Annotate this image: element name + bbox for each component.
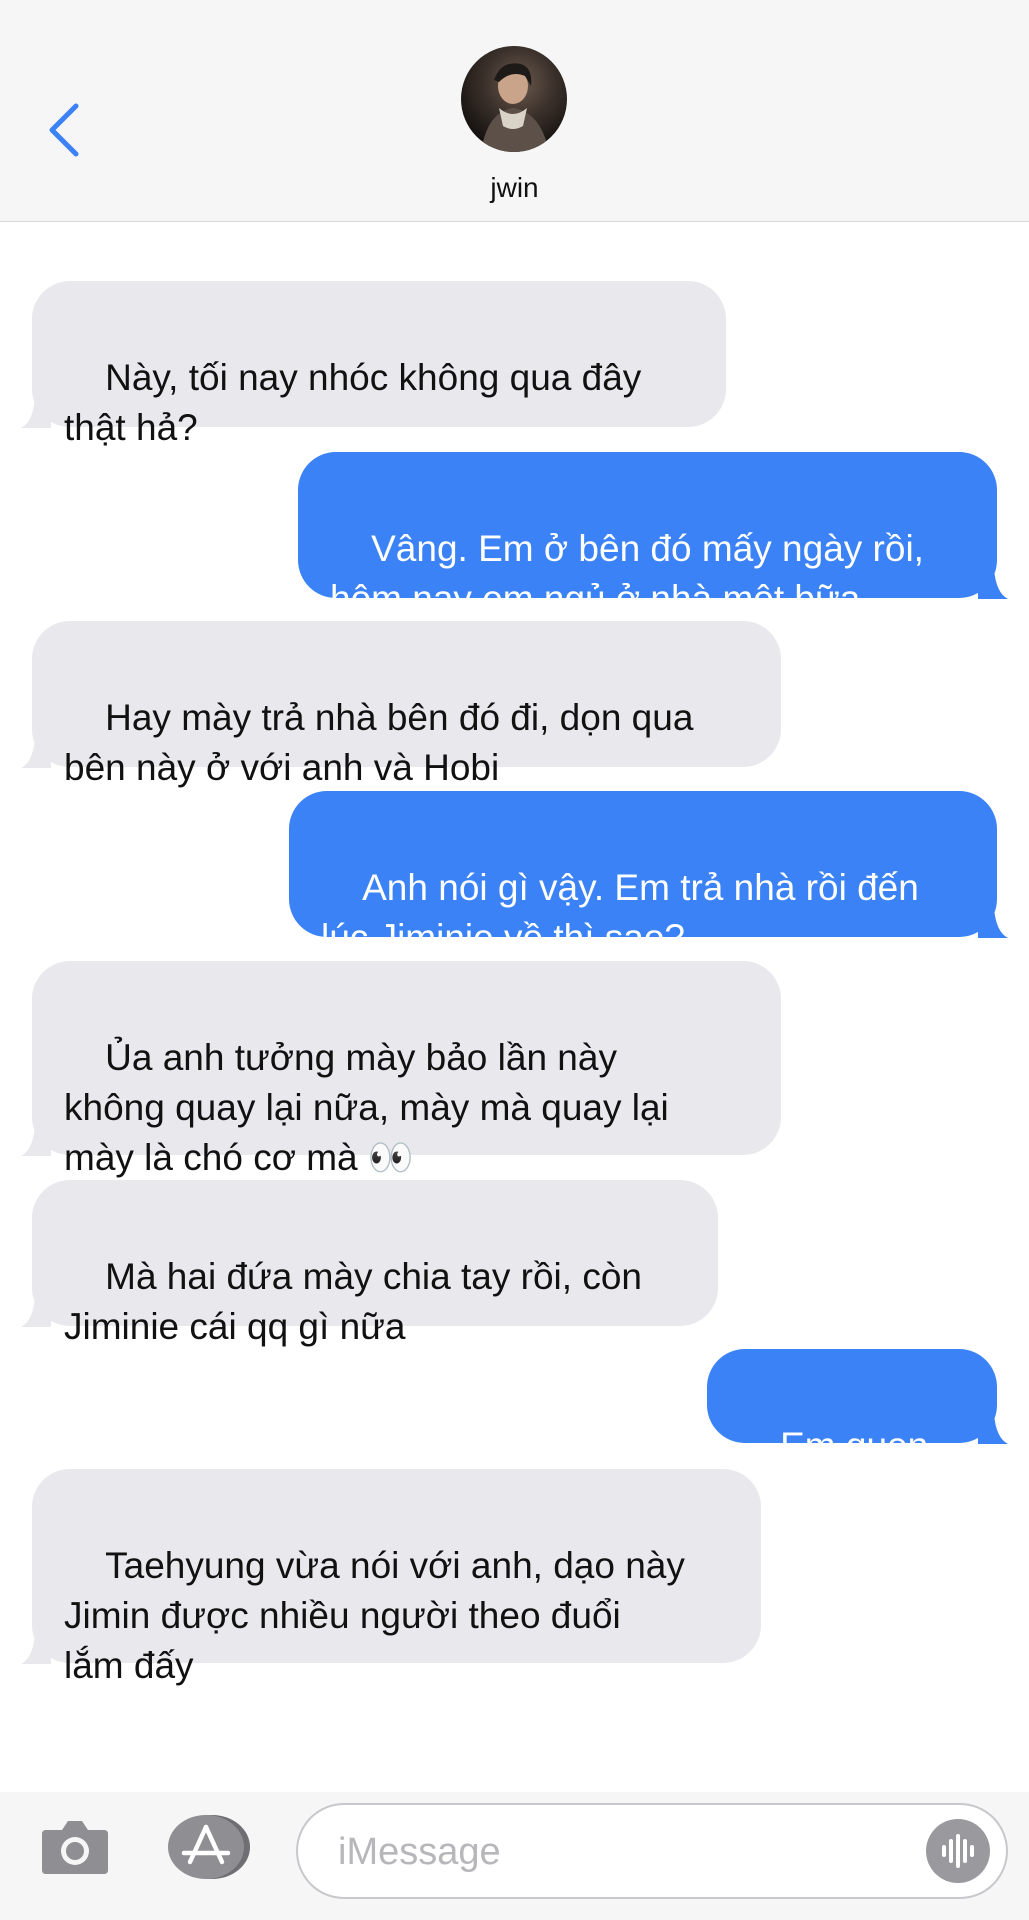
app-store-button[interactable] <box>166 1814 252 1880</box>
message-thread: Này, tối nay nhóc không qua đây thật hả?… <box>0 222 1029 1792</box>
avatar-photo <box>481 63 549 152</box>
bubble-tail <box>978 908 1008 938</box>
camera-button[interactable] <box>40 1818 110 1876</box>
contact-name[interactable]: jwin <box>0 172 1029 204</box>
bubble-tail <box>978 1414 1008 1444</box>
app-store-icon <box>168 1815 250 1879</box>
message-text: Hay mày trả nhà bên đó đi, dọn qua bên n… <box>64 697 694 788</box>
bubble-tail <box>21 398 51 428</box>
imessage-input-field[interactable] <box>296 1803 1008 1899</box>
message-bubble-incoming[interactable]: Ủa anh tưởng mày bảo lần này không quay … <box>21 961 781 1178</box>
message-input[interactable] <box>338 1825 898 1879</box>
message-text: Vâng. Em ở bên đó mấy ngày rồi, hôm nay … <box>330 528 924 619</box>
bubble-tail <box>21 738 51 768</box>
message-bubble-outgoing[interactable]: Em quen rồi <box>707 1349 1008 1516</box>
message-text: Em quen rồi <box>739 1425 939 1516</box>
bubble-tail <box>21 1634 51 1664</box>
message-bubble-incoming[interactable]: Hay mày trả nhà bên đó đi, dọn qua bên n… <box>21 621 781 788</box>
message-text: Này, tối nay nhóc không qua đây thật hả? <box>64 357 642 448</box>
message-text: Ủa anh tưởng mày bảo lần này không quay … <box>64 1037 669 1178</box>
message-bubble-incoming[interactable]: Này, tối nay nhóc không qua đây thật hả? <box>21 281 726 448</box>
camera-icon <box>42 1821 108 1874</box>
message-bubble-outgoing[interactable]: Vâng. Em ở bên đó mấy ngày rồi, hôm nay … <box>298 452 1008 619</box>
contact-avatar[interactable] <box>461 46 567 152</box>
bubble-tail <box>21 1297 51 1327</box>
bubble-tail <box>978 569 1008 599</box>
chevron-left-icon <box>49 103 79 157</box>
message-bubble-outgoing[interactable]: Anh nói gì vậy. Em trả nhà rồi đến lúc J… <box>289 791 1008 958</box>
message-text: Mà hai đứa mày chia tay rồi, còn Jiminie… <box>64 1256 642 1347</box>
bubble-tail <box>21 1126 51 1156</box>
message-text: Anh nói gì vậy. Em trả nhà rồi đến lúc J… <box>321 867 919 958</box>
waveform-icon <box>942 1834 974 1868</box>
voice-message-button[interactable] <box>926 1819 990 1883</box>
back-button[interactable] <box>38 98 88 162</box>
message-text: Taehyung vừa nói với anh, dạo này Jimin … <box>64 1545 685 1686</box>
message-bubble-incoming[interactable]: Mà hai đứa mày chia tay rồi, còn Jiminie… <box>21 1180 718 1347</box>
conversation-header: jwin <box>0 0 1029 222</box>
message-bubble-incoming[interactable]: Taehyung vừa nói với anh, dạo này Jimin … <box>21 1469 761 1686</box>
